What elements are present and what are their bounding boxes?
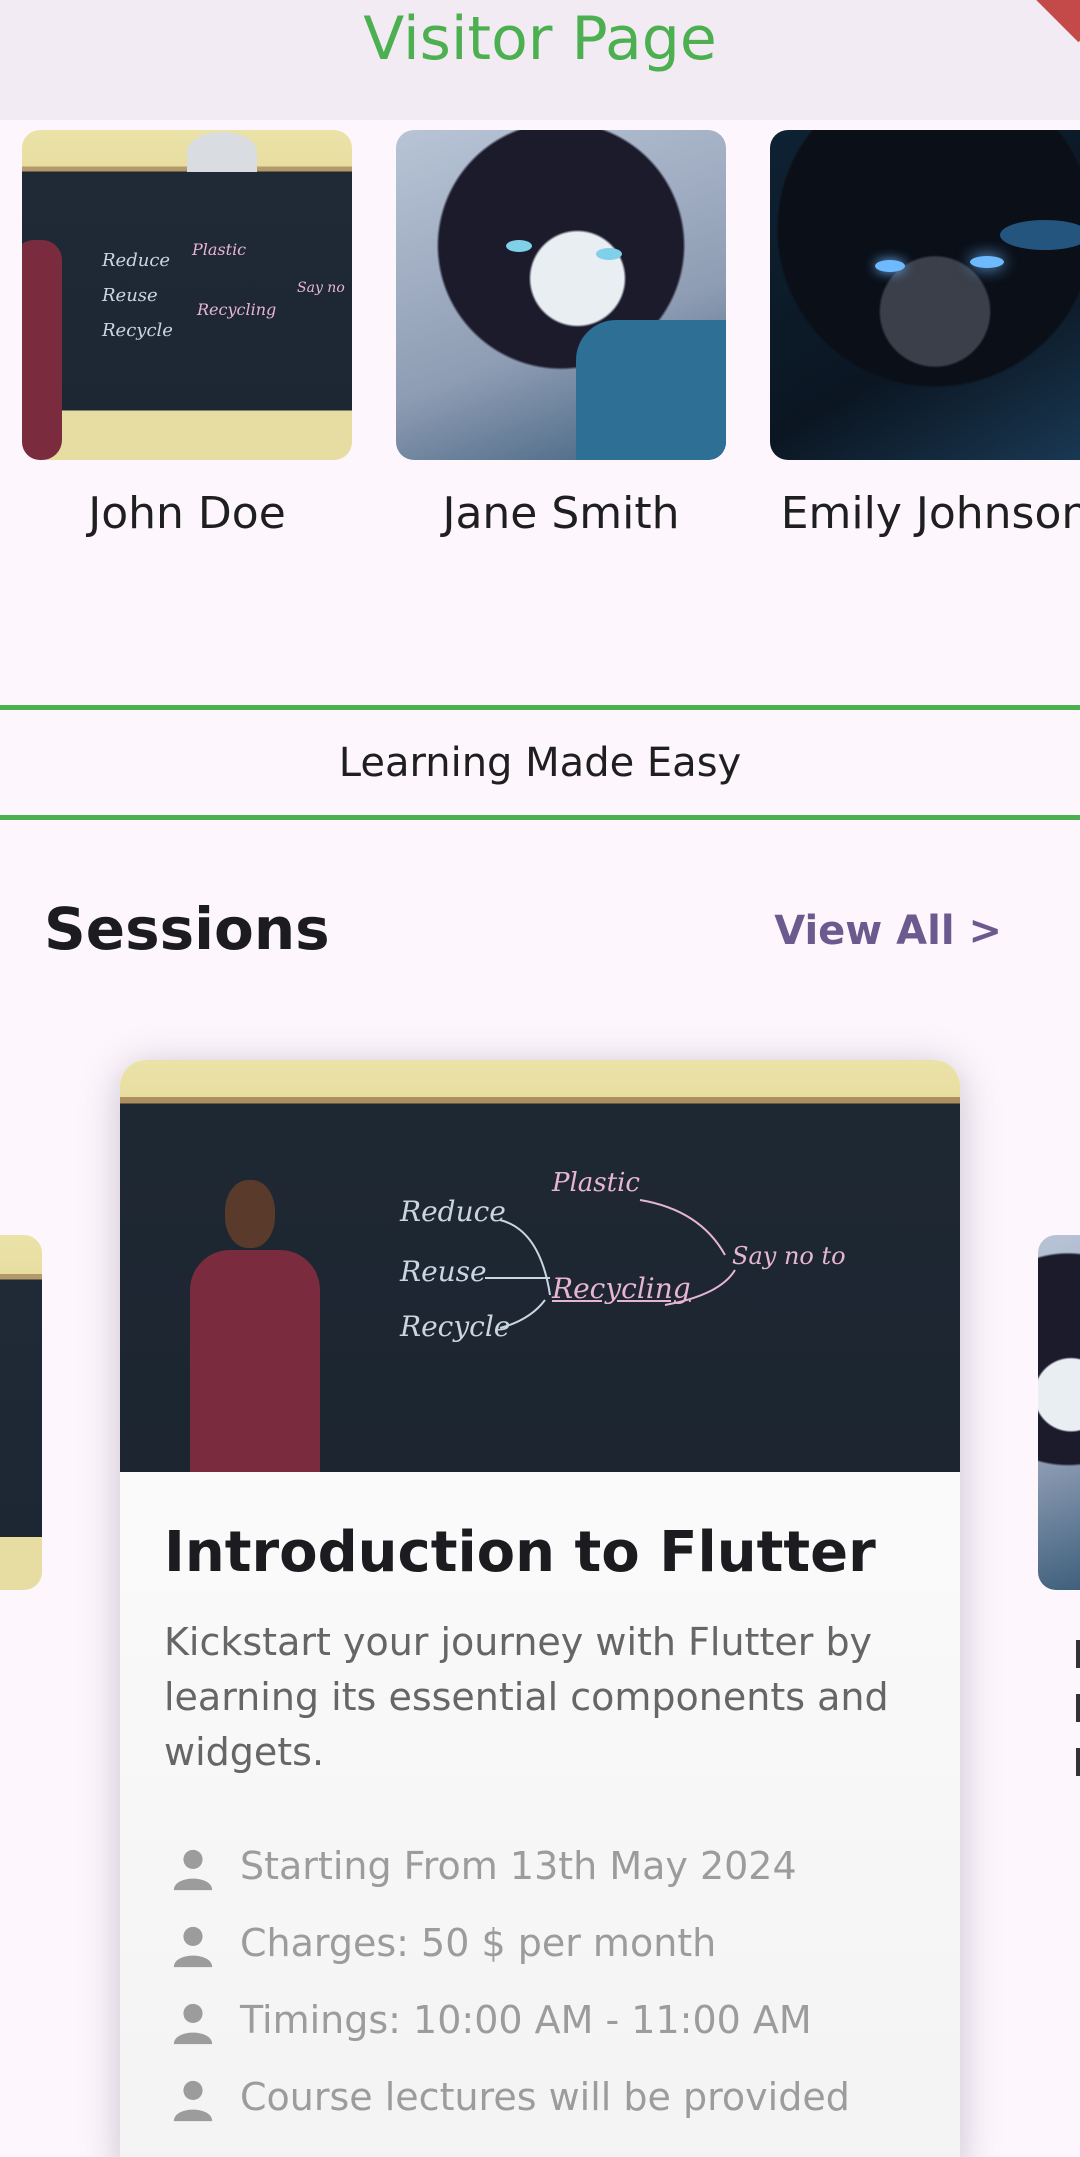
session-start-date: Starting From 13th May 2024 [170,1840,930,1900]
next-session-card-text [1076,1640,1080,1820]
teacher-photo: Reduce Reuse Recycle Plastic Recycling S… [22,130,352,460]
session-timings: Timings: 10:00 AM - 11:00 AM [170,1994,930,2054]
tagline-text: Learning Made Easy [338,740,742,786]
view-all-link[interactable]: View All > [774,908,1002,954]
session-lectures: Course lectures will be provided [170,2071,930,2131]
tagline-banner: Learning Made Easy [0,705,1080,820]
teacher-name: Emily Johnson [780,488,1080,539]
session-description: Kickstart your journey with Flutter by l… [164,1620,889,1774]
teacher-card[interactable]: Emily Johnson [770,130,1080,539]
session-title: Introduction to Flutter [164,1520,876,1585]
page-title: Visitor Page [363,4,717,74]
session-detail-text: Course lectures will be provided [240,2075,850,2119]
session-card-image: Reduce Reuse Recycle Plastic Recycling S… [120,1060,960,1472]
teacher-carousel[interactable]: Reduce Reuse Recycle Plastic Recycling S… [0,130,1080,550]
next-session-card[interactable] [1038,1235,1080,1590]
person-icon [173,2003,213,2045]
person-icon [173,1926,213,1968]
teacher-photo [396,130,726,460]
person-icon [173,1849,213,1891]
teacher-card[interactable]: Jane Smith [396,130,726,539]
teacher-card[interactable]: Reduce Reuse Recycle Plastic Recycling S… [22,130,352,539]
session-charges: Charges: 50 $ per month [170,1917,930,1977]
session-detail-text: Charges: 50 $ per month [240,1921,717,1965]
session-detail-text: Timings: 10:00 AM - 11:00 AM [240,1998,812,2042]
person-icon [173,2080,213,2122]
teacher-name: John Doe [88,488,286,539]
session-detail-text: Starting From 13th May 2024 [240,1844,797,1888]
teacher-photo [770,130,1080,460]
chalk-lines [485,1199,736,1329]
teacher-name: Jane Smith [442,488,680,539]
session-card[interactable]: Reduce Reuse Recycle Plastic Recycling S… [120,1060,960,2157]
previous-session-card[interactable] [0,1235,42,1590]
sessions-heading: Sessions [44,895,330,963]
app-bar: Visitor Page [0,0,1080,120]
